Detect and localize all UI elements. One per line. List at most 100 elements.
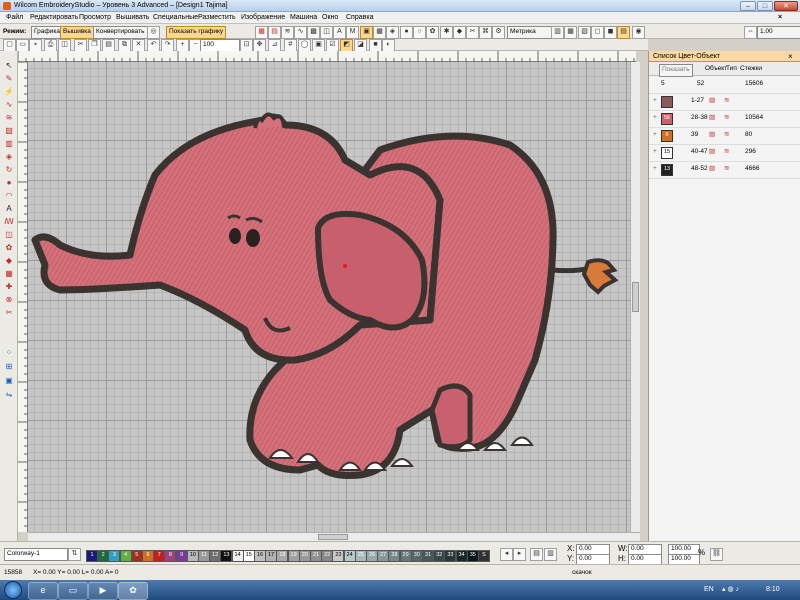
fill-tool-icon[interactable]: ▨ [3, 125, 15, 136]
mirror-tool-icon[interactable]: ⇋ [3, 389, 15, 400]
taskbar-explorer-icon[interactable]: ▭ [58, 582, 88, 600]
menu-image[interactable]: Изображение [241, 12, 285, 24]
taskbar-wilcom-icon[interactable]: ✿ [118, 582, 148, 600]
spacing-icon[interactable]: ⇔ [744, 26, 757, 39]
thread-color-swatch[interactable]: 2 [97, 550, 110, 562]
thread-color-swatch[interactable]: 10 [186, 550, 199, 562]
graphics-mode-button[interactable]: Графика [31, 26, 63, 39]
motif-tool-icon[interactable]: ✿ [3, 242, 15, 253]
colorway-swap-icon[interactable]: ⇅ [68, 548, 81, 561]
satin-tool-icon[interactable]: ≋ [3, 112, 15, 123]
thread-color-swatch[interactable]: 3 [108, 550, 121, 562]
rhinestone-icon[interactable]: ◆ [453, 26, 466, 39]
cutwork-icon[interactable]: ✂ [466, 26, 479, 39]
thread-color-swatch[interactable]: 35 [466, 550, 479, 562]
grid-icon[interactable]: ▦ [564, 26, 577, 39]
complex-fill-icon[interactable]: ◈ [3, 151, 15, 162]
monogram-tool-icon[interactable]: ꟿ [3, 216, 15, 227]
lettering-icon[interactable]: A [333, 26, 346, 39]
thread-color-swatch[interactable]: S [478, 550, 490, 562]
sequin-icon[interactable]: ● [400, 26, 413, 39]
reshape-tool-icon[interactable]: ✎ [3, 73, 15, 84]
thread-color-swatch[interactable]: 1 [86, 550, 98, 562]
color-object-row[interactable]: +6 39 ▨ ≋ 80 [649, 127, 800, 145]
palette-right-icon[interactable]: ▸ [513, 548, 526, 561]
size-input[interactable]: 1.00 [757, 26, 800, 39]
thread-color-swatch[interactable]: 26 [366, 550, 378, 562]
thread-color-swatch[interactable]: 19 [287, 550, 300, 562]
thread-color-swatch[interactable]: 28 [388, 550, 401, 562]
thread-color-swatch[interactable]: 25 [354, 550, 367, 562]
thread-color-swatch[interactable]: 34 [455, 550, 468, 562]
thread-color-swatch[interactable]: 17 [265, 550, 278, 562]
chart-icon[interactable]: ▥ [551, 26, 564, 39]
elephant-design[interactable] [28, 62, 630, 532]
thread-chart-icon[interactable]: ▤ [530, 548, 543, 561]
minimize-button[interactable]: – [740, 1, 756, 11]
show-graphics-button[interactable]: Показать графику [166, 26, 227, 39]
start-button[interactable] [4, 581, 22, 599]
chenille-icon[interactable]: ✱ [440, 26, 453, 39]
globe-icon[interactable]: ◎ [147, 26, 160, 39]
column-tool-icon[interactable]: ▥ [3, 138, 15, 149]
thread-color-swatch[interactable]: 15 [242, 550, 255, 562]
run-tool-icon[interactable]: ∿ [3, 99, 15, 110]
node-tool-icon[interactable]: ⁘ [3, 347, 15, 358]
puff-icon[interactable]: ◈ [386, 26, 399, 39]
mdi-close-icon[interactable]: × [778, 12, 782, 24]
menu-window[interactable]: Окно [322, 12, 338, 24]
horizontal-scrollbar[interactable] [28, 532, 640, 541]
expand-icon[interactable]: + [653, 113, 657, 123]
layout-icon[interactable]: ▧ [578, 26, 591, 39]
menu-arrange[interactable]: Разместить [198, 12, 236, 24]
stitch-icon[interactable]: ▦ [255, 26, 268, 39]
settings-icon[interactable]: ⚙ [492, 26, 505, 39]
expand-icon[interactable]: + [653, 147, 657, 157]
thread-color-swatch[interactable]: 21 [310, 550, 322, 562]
menu-machine[interactable]: Машина [290, 12, 317, 24]
thread-color-swatch[interactable]: 4 [119, 550, 132, 562]
thread-color-swatch[interactable]: 16 [254, 550, 266, 562]
taskbar-media-icon[interactable]: ▶ [88, 582, 118, 600]
pattern-tool-icon[interactable]: ▦ [3, 268, 15, 279]
tiles-icon[interactable]: ▦ [373, 26, 386, 39]
menu-edit[interactable]: Редактировать [30, 12, 78, 24]
tie-tool-icon[interactable]: ⊗ [3, 294, 15, 305]
thread-color-swatch[interactable]: 22 [321, 550, 334, 562]
circle-tool-icon[interactable]: ● [3, 177, 15, 188]
thread-color-swatch[interactable]: 32 [433, 550, 446, 562]
expand-icon[interactable]: + [653, 130, 657, 140]
thread-color-swatch[interactable]: 8 [164, 550, 177, 562]
thread-color-swatch[interactable]: 14 [231, 550, 244, 562]
vertical-scroll-thumb[interactable] [632, 282, 639, 312]
color-object-row[interactable]: +13 48-52 ▨ ≋ 4666 [649, 161, 800, 179]
vertical-scrollbar[interactable] [630, 62, 640, 532]
satin-icon[interactable]: ≋ [281, 26, 294, 39]
palette-left-icon[interactable]: ◂ [500, 548, 513, 561]
fill-icon[interactable]: ▤ [268, 26, 281, 39]
applique-icon[interactable]: ◫ [320, 26, 333, 39]
thread-color-swatch[interactable]: 31 [422, 550, 434, 562]
thread-color-swatch[interactable]: 12 [209, 550, 222, 562]
horizontal-scroll-thumb[interactable] [318, 534, 348, 540]
thread-color-swatch[interactable]: 29 [399, 550, 412, 562]
thread-edit-icon[interactable]: ▥ [544, 548, 557, 561]
knife-tool-icon[interactable]: ⚡ [3, 86, 15, 97]
thread-color-swatch[interactable]: 24 [343, 550, 356, 562]
panel-icon[interactable]: ▤ [617, 26, 630, 39]
stamp-tool-icon[interactable]: ◆ [3, 255, 15, 266]
turning-icon[interactable]: ↻ [3, 164, 15, 175]
hoop-icon[interactable]: ▣ [360, 26, 373, 39]
lock-proportions-icon[interactable]: ⛓ [710, 548, 723, 561]
colorway-select[interactable]: Colorway-1 [4, 548, 68, 561]
thread-color-swatch[interactable]: 9 [175, 550, 188, 562]
design-canvas[interactable] [28, 62, 630, 532]
expand-icon[interactable]: + [653, 96, 657, 106]
motif-icon[interactable]: ✿ [426, 26, 439, 39]
select-tool-icon[interactable]: ↖ [3, 60, 15, 71]
units-select[interactable]: Метрика [507, 26, 553, 39]
group-tool-icon[interactable]: ▣ [3, 375, 15, 386]
thread-color-swatch[interactable]: 13 [220, 550, 233, 562]
eye-icon[interactable]: ◉ [632, 26, 645, 39]
close-button[interactable]: ✕ [774, 1, 798, 11]
